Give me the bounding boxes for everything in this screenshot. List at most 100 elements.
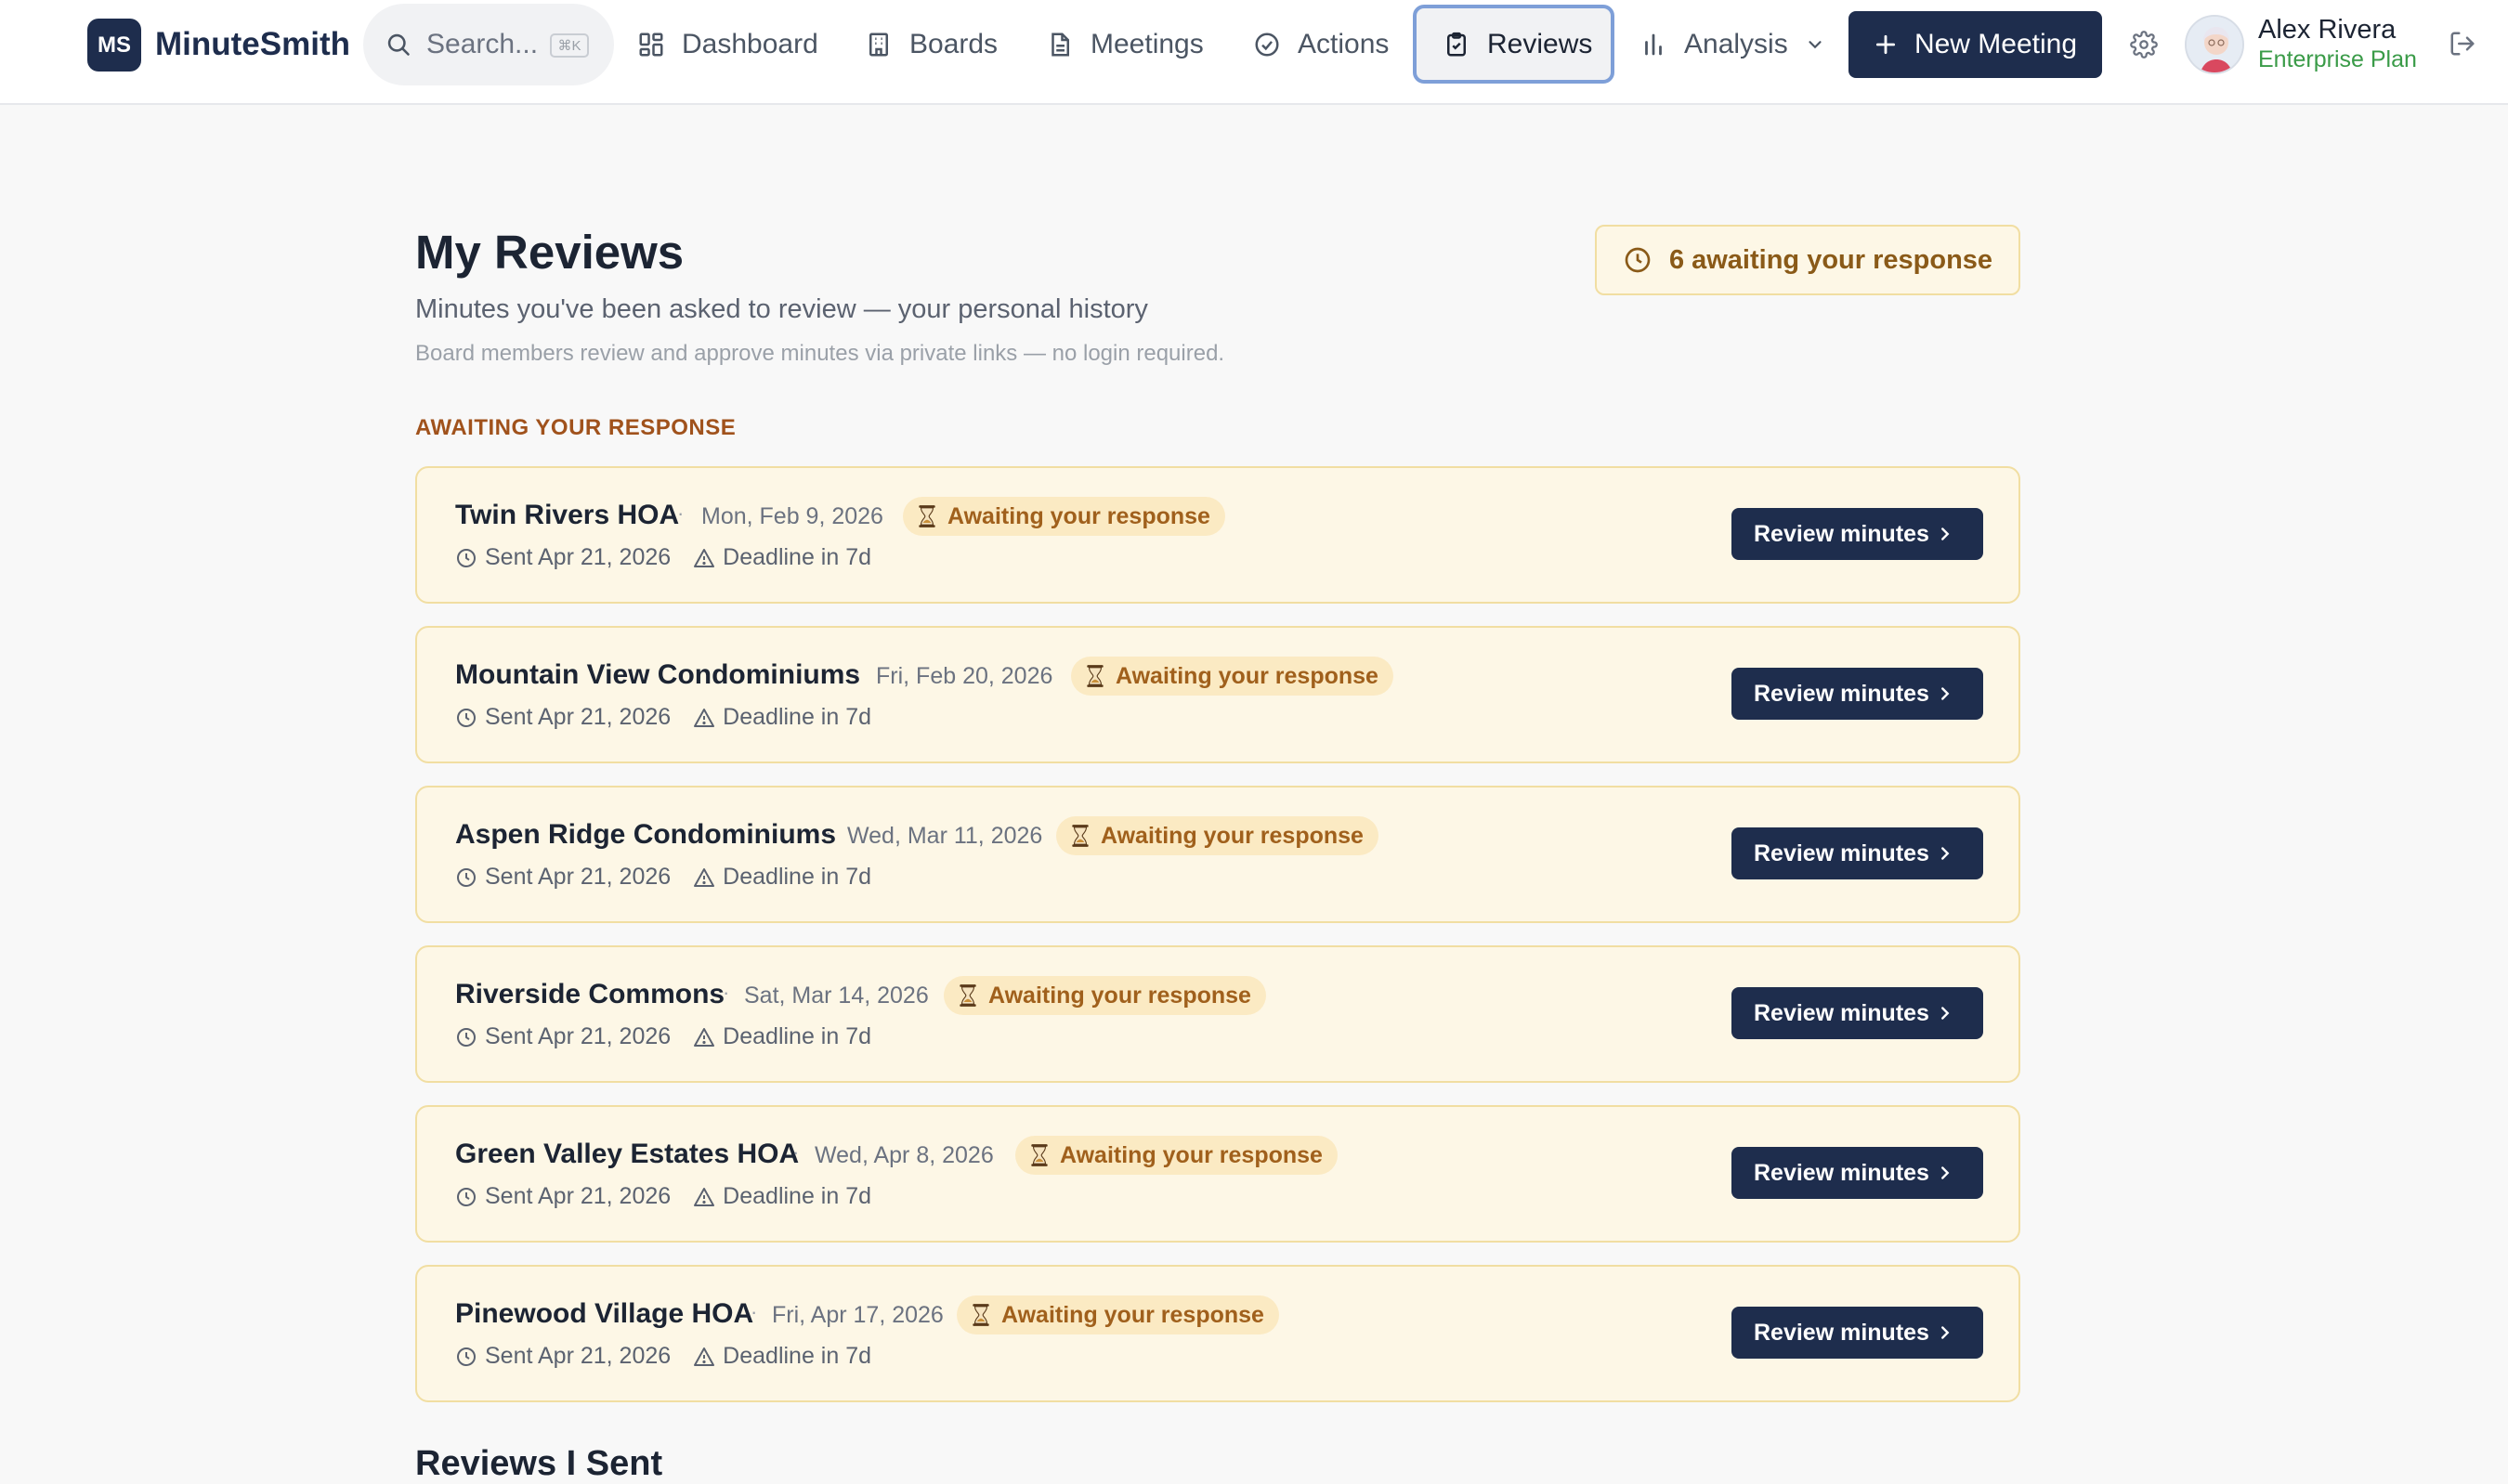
sent-date: Sent Apr 21, 2026	[485, 704, 672, 730]
review-minutes-label: Review minutes	[1754, 999, 1929, 1026]
deadline: Deadline in 7d	[693, 1023, 871, 1050]
review-meta: Sent Apr 21, 2026 Deadline in 7d	[455, 1343, 871, 1370]
review-organization: Aspen Ridge Condominiums	[455, 819, 837, 850]
deadline-label: Deadline in 7d	[723, 1023, 872, 1049]
clock-icon	[457, 1187, 476, 1206]
check-circle-icon	[1255, 33, 1279, 57]
deadline-label: Deadline in 7d	[723, 1183, 872, 1209]
new-meeting-button[interactable]: New Meeting	[1848, 11, 2102, 78]
clock-icon	[457, 867, 476, 887]
user-name[interactable]: Alex Rivera	[2258, 15, 2396, 46]
meeting-date: Mon, Feb 9, 2026	[701, 503, 883, 529]
settings-gear-icon[interactable]	[2130, 31, 2158, 59]
review-card: Green Valley Estates HOA · Wed, Apr 8, 202…	[415, 1105, 2020, 1243]
status-badge-label: Awaiting your response	[947, 502, 1210, 529]
user-avatar[interactable]	[2185, 15, 2244, 74]
separator-dot: ·	[825, 821, 832, 844]
sent-date: Sent Apr 21, 2026	[485, 1023, 672, 1049]
nav-analysis-dropdown[interactable]: Analysis	[1639, 0, 1825, 89]
user-plan: Enterprise Plan	[2258, 46, 2417, 72]
section-awaiting-heading: AWAITING YOUR RESPONSE	[415, 415, 737, 440]
search-placeholder: Search...	[426, 29, 539, 59]
deadline-label: Deadline in 7d	[723, 704, 872, 730]
hourglass-icon	[1072, 825, 1089, 847]
clock-icon	[457, 548, 476, 567]
nav-dashboard[interactable]: Dashboard	[637, 0, 818, 89]
review-card: Riverside Commons · Sat, Mar 14, 2026 Await…	[415, 945, 2020, 1083]
meeting-date: Wed, Apr 8, 2026	[815, 1142, 994, 1168]
hourglass-icon	[1031, 1144, 1048, 1166]
deadline-label: Deadline in 7d	[723, 864, 872, 890]
review-organization: Pinewood Village HOA	[455, 1298, 754, 1329]
chevron-right-icon	[1941, 1326, 1950, 1339]
review-minutes-button[interactable]: Review minutes	[1731, 1307, 1983, 1359]
review-meta: Sent Apr 21, 2026 Deadline in 7d	[455, 1183, 871, 1210]
review-minutes-label: Review minutes	[1754, 680, 1929, 707]
deadline: Deadline in 7d	[693, 704, 871, 731]
chevron-right-icon	[1941, 847, 1950, 860]
app-name[interactable]: MinuteSmith	[155, 24, 350, 65]
sent-date: Sent Apr 21, 2026	[485, 1343, 672, 1369]
warning-triangle-icon	[694, 708, 715, 727]
status-badge-label: Awaiting your response	[1060, 1141, 1323, 1168]
nav-meetings[interactable]: Meetings	[1046, 0, 1204, 89]
plus-icon	[1875, 34, 1896, 55]
chevron-right-icon	[1941, 687, 1950, 700]
building-icon	[869, 33, 888, 57]
separator-dot: ·	[723, 981, 730, 1004]
search-input[interactable]: Search... ⌘K	[363, 4, 614, 85]
separator-dot: ·	[854, 661, 861, 684]
review-minutes-label: Review minutes	[1754, 520, 1929, 547]
chevron-right-icon	[1941, 1166, 1950, 1179]
deadline: Deadline in 7d	[693, 1183, 871, 1210]
status-badge-label: Awaiting your response	[1001, 1301, 1264, 1328]
review-meta: Sent Apr 21, 2026 Deadline in 7d	[455, 544, 871, 571]
nav-reviews[interactable]: Reviews	[1413, 5, 1614, 84]
nav-actions[interactable]: Actions	[1253, 0, 1389, 89]
nav-analysis-label: Analysis	[1684, 29, 1788, 59]
review-card: Mountain View Condominiums · Fri, Feb 20, …	[415, 626, 2020, 763]
meeting-date: Fri, Feb 20, 2026	[876, 663, 1053, 689]
review-minutes-button[interactable]: Review minutes	[1731, 827, 1983, 879]
review-minutes-button[interactable]: Review minutes	[1731, 1147, 1983, 1199]
clock-icon	[457, 1027, 476, 1047]
search-icon	[387, 33, 410, 56]
new-meeting-label: New Meeting	[1914, 29, 2078, 59]
nav-boards-label: Boards	[909, 29, 999, 59]
awaiting-count-badge: 6 awaiting your response	[1595, 225, 2020, 295]
app-logo-icon[interactable]: MS	[87, 19, 141, 72]
sent-date: Sent Apr 21, 2026	[485, 864, 672, 890]
clock-icon	[457, 1347, 476, 1366]
deadline: Deadline in 7d	[693, 544, 871, 571]
review-minutes-button[interactable]: Review minutes	[1731, 668, 1983, 720]
status-badge: Awaiting your response	[1056, 816, 1378, 855]
top-navigation-bar: MS MinuteSmith Search... ⌘K Dashboard Bo…	[0, 0, 2508, 105]
review-minutes-button[interactable]: Review minutes	[1731, 508, 1983, 560]
logout-icon[interactable]	[2449, 30, 2476, 58]
warning-triangle-icon	[694, 1187, 715, 1206]
document-icon	[1052, 33, 1069, 57]
bar-chart-icon	[1645, 33, 1662, 56]
meeting-date: Wed, Mar 11, 2026	[847, 823, 1043, 849]
hourglass-icon	[919, 505, 935, 527]
warning-triangle-icon	[694, 1027, 715, 1047]
status-badge: Awaiting your response	[957, 1295, 1279, 1334]
nav-reviews-label: Reviews	[1487, 28, 1593, 59]
nav-boards[interactable]: Boards	[865, 0, 998, 89]
review-card: Aspen Ridge Condominiums · Wed, Mar 11, 20…	[415, 786, 2020, 923]
status-badge-label: Awaiting your response	[1101, 822, 1364, 849]
review-minutes-button[interactable]: Review minutes	[1731, 987, 1983, 1039]
status-badge-label: Awaiting your response	[988, 982, 1251, 1009]
deadline-label: Deadline in 7d	[723, 1343, 872, 1369]
section-sent-heading: Reviews I Sent	[415, 1444, 663, 1483]
status-badge: Awaiting your response	[903, 497, 1225, 536]
review-meta: Sent Apr 21, 2026 Deadline in 7d	[455, 704, 871, 731]
review-organization: Twin Rivers HOA	[455, 500, 680, 530]
review-meta: Sent Apr 21, 2026 Deadline in 7d	[455, 864, 871, 891]
warning-triangle-icon	[694, 1347, 715, 1366]
dashboard-grid-icon	[639, 33, 663, 57]
clock-icon	[457, 708, 476, 727]
deadline-label: Deadline in 7d	[723, 544, 872, 570]
awaiting-count-label: 6 awaiting your response	[1668, 244, 1993, 275]
search-shortcut-hint: ⌘K	[550, 33, 589, 58]
